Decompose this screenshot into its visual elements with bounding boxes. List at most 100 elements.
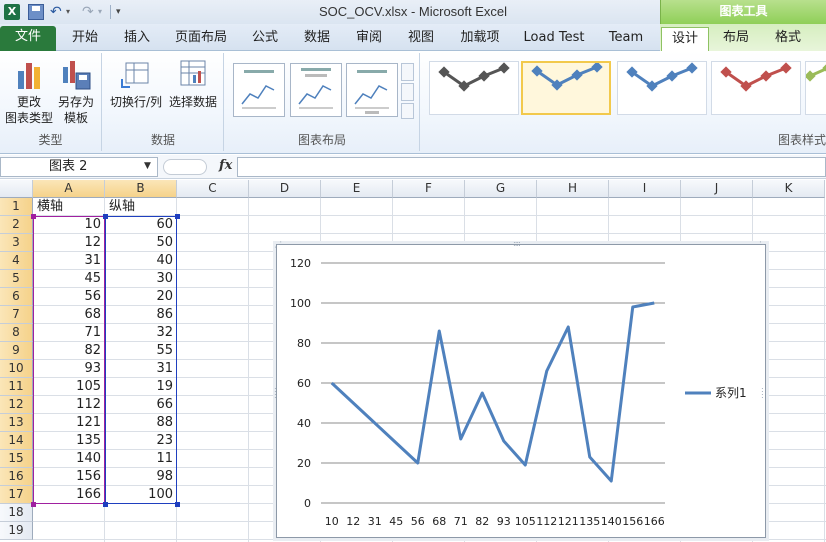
save-template-line1: 另存为 (57, 95, 94, 109)
select-all-corner[interactable] (0, 180, 33, 198)
title-bar: X ↶ ▾ ↷ ▾ ▾ SOC_OCV.xlsx - Microsoft Exc… (0, 0, 826, 24)
tab-insert[interactable]: 插入 (112, 27, 162, 51)
tab-team[interactable]: Team (600, 27, 652, 51)
row-header-13[interactable]: 13 (0, 414, 33, 432)
column-header-j[interactable]: J (681, 180, 753, 198)
row-header-19[interactable]: 19 (0, 522, 33, 540)
range-handle[interactable] (103, 502, 108, 507)
tab-formulas[interactable]: 公式 (240, 27, 290, 51)
tab-design[interactable]: 设计 (661, 27, 709, 51)
style-marker (591, 61, 603, 73)
chart-resize-grip-top[interactable]: :::: (513, 240, 521, 248)
name-box-dropdown-icon[interactable]: ▼ (144, 161, 151, 171)
change-chart-type-line2: 图表类型 (4, 111, 53, 125)
tab-addins[interactable]: 加载项 (450, 27, 510, 51)
x-tick-label: 10 (325, 515, 339, 528)
group-type: 更改 图表类型 另存为 模板 类型 (0, 53, 102, 151)
row-header-12[interactable]: 12 (0, 396, 33, 414)
line-chart[interactable]: :::: :: :: ⋰ ⋱ 0 20 40 60 80 100 120 10 12 31 45 56… (274, 240, 767, 538)
row-header-5[interactable]: 5 (0, 270, 33, 288)
change-chart-type-button[interactable]: 更改 图表类型 (4, 57, 54, 126)
select-data-button[interactable]: 选择数据 (165, 57, 221, 110)
change-chart-type-line1: 更改 (16, 95, 41, 109)
cell-a1[interactable]: 横轴 (33, 198, 105, 216)
column-header-h[interactable]: H (537, 180, 609, 198)
tab-review[interactable]: 审阅 (344, 27, 394, 51)
chart-resize-grip-corner[interactable]: ⋰ (274, 241, 282, 249)
range-handle[interactable] (31, 214, 36, 219)
column-header-d[interactable]: D (249, 180, 321, 198)
column-header-b[interactable]: B (105, 180, 177, 198)
tab-load-test[interactable]: Load Test (516, 27, 592, 51)
y-tick-label: 40 (297, 417, 311, 430)
tab-home[interactable]: 开始 (60, 27, 110, 51)
chart-layout-1[interactable] (233, 63, 285, 117)
tab-format[interactable]: 格式 (764, 27, 812, 51)
y-tick-label: 120 (290, 257, 311, 270)
range-handle[interactable] (175, 214, 180, 219)
row-header-7[interactable]: 7 (0, 306, 33, 324)
tab-view[interactable]: 视图 (396, 27, 446, 51)
row-header-3[interactable]: 3 (0, 234, 33, 252)
x-tick-label: 71 (454, 515, 468, 528)
formula-bar-resize-handle[interactable] (163, 159, 207, 175)
chart-style-4[interactable] (711, 61, 801, 115)
tab-file[interactable]: 文件 (0, 26, 56, 51)
chart-style-1[interactable] (429, 61, 519, 115)
row-header-6[interactable]: 6 (0, 288, 33, 306)
range-handle[interactable] (31, 502, 36, 507)
select-data-icon (177, 57, 209, 91)
range-handle[interactable] (175, 502, 180, 507)
chart-layout-2[interactable] (290, 63, 342, 117)
column-header-e[interactable]: E (321, 180, 393, 198)
column-header-i[interactable]: I (609, 180, 681, 198)
column-header-g[interactable]: G (465, 180, 537, 198)
row-header-15[interactable]: 15 (0, 450, 33, 468)
tab-data[interactable]: 数据 (292, 27, 342, 51)
layout-gallery-scroll-up[interactable] (401, 63, 414, 81)
group-chart-layouts-label: 图表布局 (297, 133, 346, 147)
row-header-4[interactable]: 4 (0, 252, 33, 270)
chart-resize-grip-corner[interactable]: ⋱ (759, 241, 767, 249)
chart-layout-3[interactable] (346, 63, 398, 117)
tab-layout[interactable]: 布局 (712, 27, 760, 51)
formula-input[interactable] (237, 157, 826, 177)
row-header-17[interactable]: 17 (0, 486, 33, 504)
chart-style-2[interactable] (521, 61, 611, 115)
x-tick-label: 93 (497, 515, 511, 528)
layout-gallery-scroll-down[interactable] (401, 83, 414, 101)
range-highlight-b (105, 216, 177, 504)
switch-row-column-button[interactable]: 切换行/列 (107, 57, 165, 110)
row-header-16[interactable]: 16 (0, 468, 33, 486)
row-header-11[interactable]: 11 (0, 378, 33, 396)
grid-line (824, 198, 825, 542)
row-header-18[interactable]: 18 (0, 504, 33, 522)
switch-row-column-label: 切换行/列 (109, 95, 163, 109)
column-header-a[interactable]: A (33, 180, 105, 198)
column-header-f[interactable]: F (393, 180, 465, 198)
x-tick-label: 45 (389, 515, 403, 528)
chart-resize-grip-right[interactable]: :: (761, 386, 764, 400)
range-handle[interactable] (103, 214, 108, 219)
style-marker (780, 62, 792, 74)
x-tick-label: 105 (515, 515, 536, 528)
chart-resize-grip-left[interactable]: :: (274, 386, 277, 400)
save-as-template-button[interactable]: 另存为 模板 (54, 57, 98, 126)
row-header-10[interactable]: 10 (0, 360, 33, 378)
layout-gallery-more[interactable] (401, 103, 414, 119)
style-marker (571, 69, 583, 81)
name-box[interactable]: 图表 2 (0, 157, 158, 177)
row-header-14[interactable]: 14 (0, 432, 33, 450)
row-header-8[interactable]: 8 (0, 324, 33, 342)
column-header-c[interactable]: C (177, 180, 249, 198)
chart-style-3[interactable] (617, 61, 707, 115)
chart-style-5[interactable] (804, 61, 826, 115)
tab-page-layout[interactable]: 页面布局 (166, 27, 236, 51)
insert-function-icon[interactable]: fx (219, 158, 232, 173)
row-header-1[interactable]: 1 (0, 198, 33, 216)
column-header-k[interactable]: K (753, 180, 825, 198)
row-header-9[interactable]: 9 (0, 342, 33, 360)
cell-b1[interactable]: 纵轴 (105, 198, 177, 216)
group-chart-styles-label: 图表样式 (777, 133, 826, 147)
row-header-2[interactable]: 2 (0, 216, 33, 234)
